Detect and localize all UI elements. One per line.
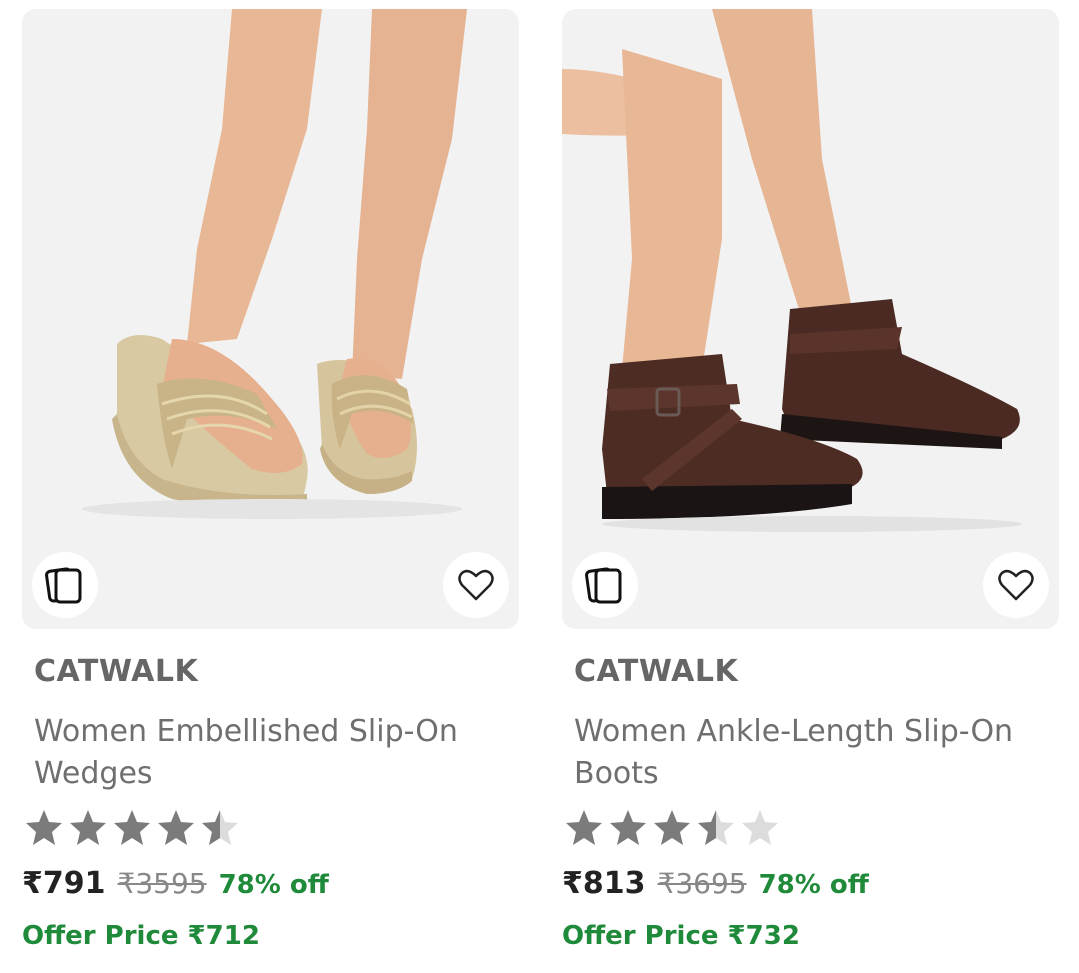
star-filled-icon (70, 810, 106, 845)
offer-price: Offer Price ₹712 (22, 921, 260, 951)
heart-icon (458, 569, 494, 601)
brown-ankle-boots-photo (562, 9, 1059, 629)
product-title[interactable]: Women Embellished Slip-On Wedges (34, 711, 504, 795)
product-title[interactable]: Women Ankle-Length Slip-On Boots (574, 711, 1044, 795)
heart-icon (998, 569, 1034, 601)
star-filled-icon (158, 810, 194, 845)
brand-name: CATWALK (34, 654, 199, 689)
discount-label: 78% off (758, 870, 869, 900)
selling-price: ₹791 (22, 866, 106, 901)
star-filled-icon (566, 810, 602, 845)
original-price: ₹3595 (117, 867, 207, 900)
offer-price: Offer Price ₹732 (562, 921, 800, 951)
product-image[interactable] (22, 9, 519, 629)
star-filled-icon (114, 810, 150, 845)
wishlist-button[interactable] (443, 552, 509, 618)
price-row: ₹791 ₹3595 78% off (22, 866, 329, 901)
product-card[interactable]: CATWALK Women Embellished Slip-On Wedges… (22, 9, 519, 969)
similar-products-icon (585, 567, 622, 604)
selling-price: ₹813 (562, 866, 646, 901)
similar-products-icon (45, 567, 82, 604)
similar-products-button[interactable] (572, 552, 638, 618)
product-card[interactable]: CATWALK Women Ankle-Length Slip-On Boots… (562, 9, 1059, 969)
similar-products-button[interactable] (32, 552, 98, 618)
star-filled-icon (654, 810, 690, 845)
gold-wedge-sandals-photo (22, 9, 519, 629)
original-price: ₹3695 (657, 867, 747, 900)
brand-name: CATWALK (574, 654, 739, 689)
wishlist-button[interactable] (983, 552, 1049, 618)
star-empty-icon (742, 810, 778, 845)
star-half-icon (698, 810, 734, 845)
star-filled-icon (610, 810, 646, 845)
discount-label: 78% off (218, 870, 329, 900)
rating-stars (564, 807, 784, 847)
rating-stars (24, 807, 244, 847)
star-filled-icon (26, 810, 62, 845)
product-image[interactable] (562, 9, 1059, 629)
star-half-icon (202, 810, 238, 845)
price-row: ₹813 ₹3695 78% off (562, 866, 869, 901)
